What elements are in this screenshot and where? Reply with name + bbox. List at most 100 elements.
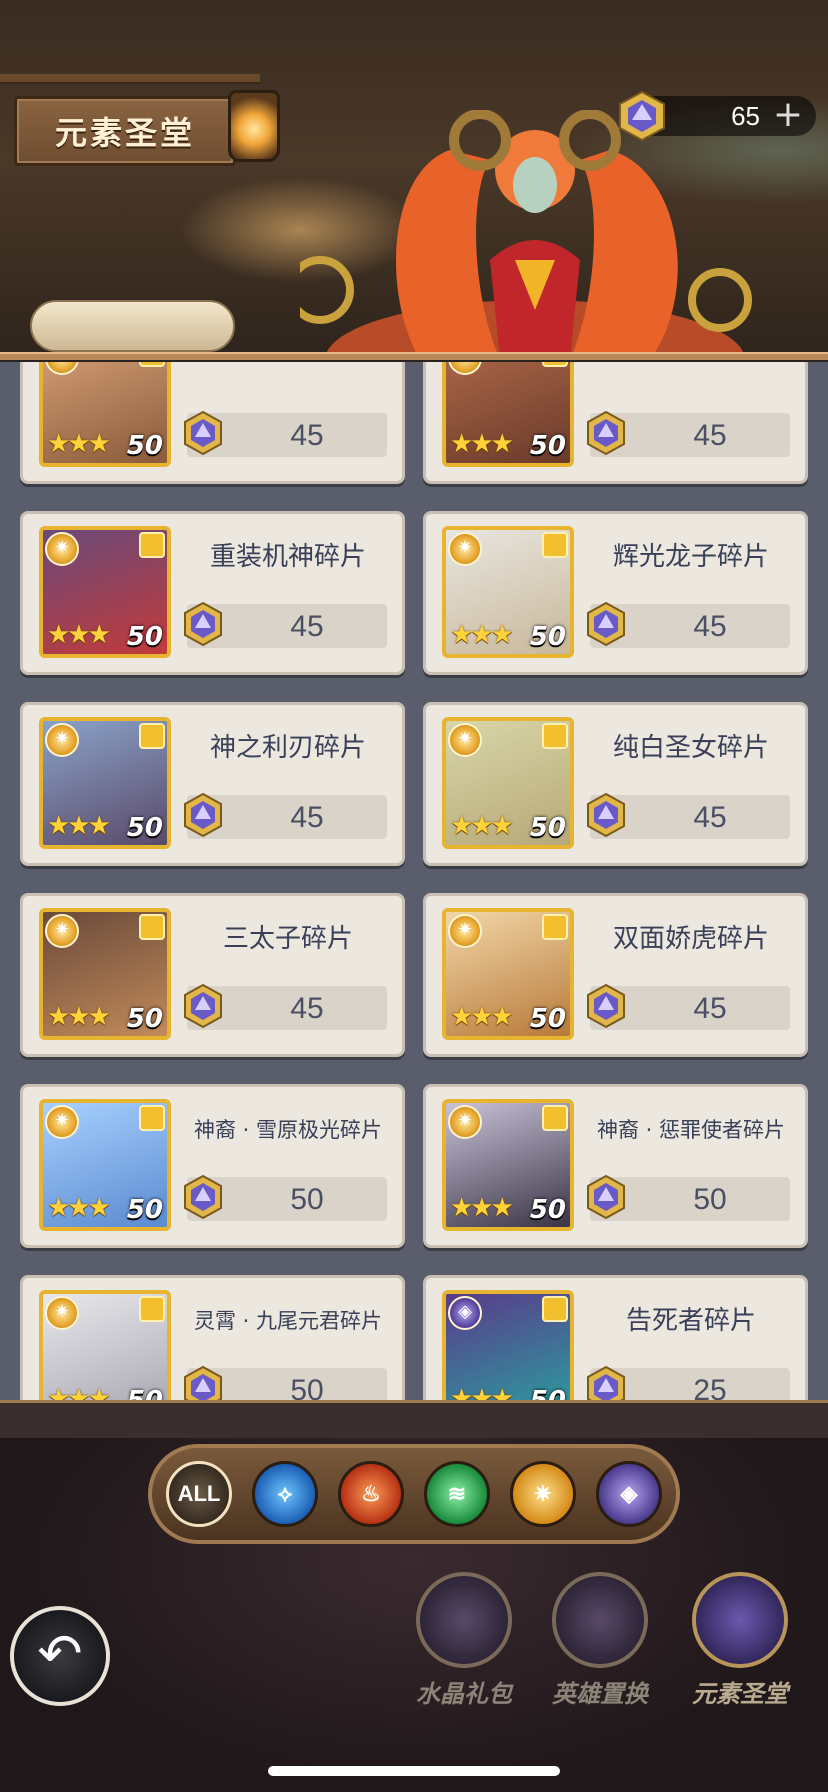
item-price: 45 bbox=[693, 801, 727, 834]
crystal-gem-icon bbox=[184, 983, 222, 1029]
item-name: 神裔 · 雪原极光碎片 bbox=[193, 1118, 383, 1142]
price-tag[interactable]: 50 bbox=[184, 1365, 387, 1402]
puzzle-piece-icon bbox=[139, 532, 165, 558]
item-price: 25 bbox=[693, 1374, 727, 1402]
price-tag[interactable]: 45 bbox=[587, 601, 790, 648]
shop-item-card[interactable]: ✷ ★★★ 50 神之利刃碎片 45 bbox=[20, 702, 405, 866]
shop-item-card[interactable]: ◈ ★★★ 50 告死者碎片 25 bbox=[423, 1275, 808, 1402]
light-element-icon: ✷ bbox=[45, 914, 79, 948]
price-tag[interactable]: 45 bbox=[587, 410, 790, 457]
all-filter-icon[interactable]: ALL bbox=[166, 1461, 232, 1527]
light-element-icon[interactable]: ✷ bbox=[510, 1461, 576, 1527]
bottom-area: ALL ⟡ ♨ ≋ ✷ ◈ ↶ 水晶礼包 英雄置换 元素圣堂 bbox=[0, 1400, 828, 1792]
star-rating: ★★★ bbox=[47, 620, 111, 650]
puzzle-piece-icon bbox=[139, 362, 165, 367]
back-arrow-icon[interactable]: ↶ bbox=[10, 1606, 110, 1706]
dark-element-icon[interactable]: ◈ bbox=[596, 1461, 662, 1527]
puzzle-piece-icon bbox=[542, 914, 568, 940]
light-element-icon: ✷ bbox=[448, 1105, 482, 1139]
price-tag[interactable]: 45 bbox=[184, 601, 387, 648]
hero-portrait: ✷ ★★★ 50 bbox=[39, 717, 171, 849]
price-tag[interactable]: 45 bbox=[184, 792, 387, 839]
price-tag[interactable]: 45 bbox=[184, 983, 387, 1030]
nav-element-hall[interactable]: 元素圣堂 bbox=[680, 1572, 800, 1722]
nav-element-hall-label: 元素圣堂 bbox=[692, 1680, 788, 1708]
hero-portrait: ◈ ★★★ 50 bbox=[442, 1290, 574, 1402]
home-indicator[interactable] bbox=[268, 1766, 560, 1776]
shop-item-card[interactable]: ✷ ★★★ 50 45 bbox=[20, 362, 405, 484]
star-rating: ★★★ bbox=[47, 1193, 111, 1223]
hero-portrait: ✷ ★★★ 50 bbox=[39, 1099, 171, 1231]
item-name: 辉光龙子碎片 bbox=[612, 542, 769, 572]
puzzle-piece-icon bbox=[139, 1296, 165, 1322]
puzzle-piece-icon bbox=[542, 1105, 568, 1131]
currency-value: 65 bbox=[731, 100, 760, 131]
crystal-gem-icon bbox=[587, 601, 625, 647]
item-name: 神之利刃碎片 bbox=[209, 733, 366, 763]
shop-item-card[interactable]: ✷ ★★★ 50 45 bbox=[423, 362, 808, 484]
hero-portrait: ✷ ★★★ 50 bbox=[442, 717, 574, 849]
puzzle-piece-icon bbox=[139, 914, 165, 940]
puzzle-piece-icon bbox=[542, 723, 568, 749]
light-element-icon: ✷ bbox=[448, 723, 482, 757]
bottom-divider bbox=[0, 1400, 828, 1438]
price-tag[interactable]: 50 bbox=[184, 1174, 387, 1221]
fragment-count: 50 bbox=[126, 431, 163, 461]
shop-item-card[interactable]: ✷ ★★★ 50 三太子碎片 45 bbox=[20, 893, 405, 1057]
star-rating: ★★★ bbox=[450, 1002, 514, 1032]
crystal-gem-icon bbox=[587, 983, 625, 1029]
wind-element-icon[interactable]: ≋ bbox=[424, 1461, 490, 1527]
item-price: 45 bbox=[290, 419, 324, 452]
fragment-count: 50 bbox=[529, 813, 566, 843]
nav-hero-swap[interactable]: 英雄置换 bbox=[540, 1572, 660, 1722]
crystal-gem-icon bbox=[587, 1365, 625, 1402]
shop-item-card[interactable]: ✷ ★★★ 50 纯白圣女碎片 45 bbox=[423, 702, 808, 866]
fragment-count: 50 bbox=[529, 1195, 566, 1225]
shop-item-card[interactable]: ✷ ★★★ 50 神裔 · 惩罪使者碎片 50 bbox=[423, 1084, 808, 1248]
add-currency-button[interactable]: + bbox=[770, 97, 806, 134]
star-rating: ★★★ bbox=[450, 1193, 514, 1223]
crystal-gem-icon bbox=[587, 410, 625, 456]
hero-portrait: ✷ ★★★ 50 bbox=[442, 1099, 574, 1231]
price-tag[interactable]: 45 bbox=[184, 410, 387, 457]
item-name: 神裔 · 惩罪使者碎片 bbox=[596, 1118, 786, 1142]
item-price: 45 bbox=[693, 992, 727, 1025]
puzzle-piece-icon bbox=[542, 362, 568, 367]
item-name: 三太子碎片 bbox=[222, 924, 353, 954]
shop-title-sign: 元素圣堂 bbox=[14, 96, 236, 166]
price-tag[interactable]: 50 bbox=[587, 1174, 790, 1221]
currency-display: 65 + bbox=[619, 90, 816, 142]
price-tag[interactable]: 45 bbox=[587, 983, 790, 1030]
filter-all-label: ALL bbox=[177, 1481, 221, 1506]
light-element-icon: ✷ bbox=[45, 532, 79, 566]
shop-item-card[interactable]: ✷ ★★★ 50 灵霄 · 九尾元君碎片 50 bbox=[20, 1275, 405, 1402]
light-element-icon: ✷ bbox=[45, 1296, 79, 1330]
item-name: 告死者碎片 bbox=[625, 1306, 756, 1336]
item-name: 纯白圣女碎片 bbox=[612, 733, 769, 763]
shop-item-card[interactable]: ✷ ★★★ 50 辉光龙子碎片 45 bbox=[423, 511, 808, 675]
item-name: 灵霄 · 九尾元君碎片 bbox=[193, 1309, 383, 1333]
nav-crystal-pack-label: 水晶礼包 bbox=[416, 1680, 512, 1708]
crystal-gem-icon bbox=[587, 1174, 625, 1220]
puzzle-piece-icon bbox=[139, 1105, 165, 1131]
item-price: 50 bbox=[693, 1183, 727, 1216]
hero-portrait: ✷ ★★★ 50 bbox=[39, 1290, 171, 1402]
shop-item-card[interactable]: ✷ ★★★ 50 神裔 · 雪原极光碎片 50 bbox=[20, 1084, 405, 1248]
price-tag[interactable]: 45 bbox=[587, 792, 790, 839]
sign-shelf bbox=[0, 74, 260, 84]
header-divider bbox=[0, 352, 828, 360]
item-name: 双面娇虎碎片 bbox=[612, 924, 769, 954]
crystal-gem-icon bbox=[184, 601, 222, 647]
puzzle-piece-icon bbox=[542, 1296, 568, 1322]
shop-item-card[interactable]: ✷ ★★★ 50 双面娇虎碎片 45 bbox=[423, 893, 808, 1057]
scroll-decoration bbox=[30, 300, 235, 352]
hero-swap-icon bbox=[552, 1572, 648, 1668]
shop-item-list[interactable]: ✷ ★★★ 50 45 ✷ ★★★ 50 4 bbox=[0, 362, 828, 1402]
fragment-count: 50 bbox=[126, 1004, 163, 1034]
fire-element-icon[interactable]: ♨ bbox=[338, 1461, 404, 1527]
nav-crystal-pack[interactable]: 水晶礼包 bbox=[404, 1572, 524, 1722]
light-element-icon: ✷ bbox=[448, 362, 482, 375]
water-element-icon[interactable]: ⟡ bbox=[252, 1461, 318, 1527]
shop-item-card[interactable]: ✷ ★★★ 50 重装机神碎片 45 bbox=[20, 511, 405, 675]
price-tag[interactable]: 25 bbox=[587, 1365, 790, 1402]
